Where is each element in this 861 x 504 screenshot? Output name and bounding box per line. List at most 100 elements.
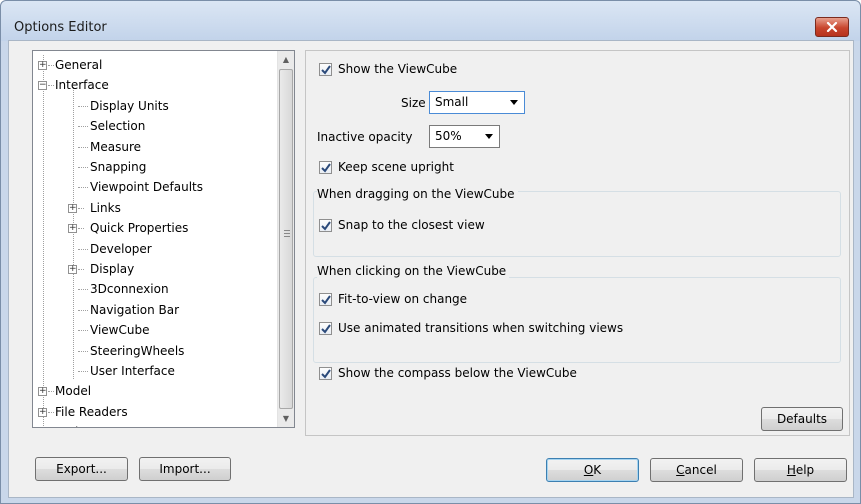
tree-item-label: Selection xyxy=(90,119,146,134)
tree-item-label: Links xyxy=(90,200,121,215)
expand-icon[interactable]: + xyxy=(38,407,47,417)
close-button[interactable] xyxy=(815,17,849,37)
tree-item-label: Interface xyxy=(55,78,109,93)
tree-item-interface[interactable]: − Interface xyxy=(33,75,273,95)
tree-connector xyxy=(78,309,88,311)
tree-item-developer[interactable]: Developer xyxy=(33,239,273,259)
expand-icon[interactable]: + xyxy=(68,224,77,234)
show-compass-label: Show the compass below the ViewCube xyxy=(338,366,577,380)
inactive-opacity-dropdown[interactable]: 50% xyxy=(429,125,500,148)
tree-item-tools[interactable]: +Tools xyxy=(33,422,273,427)
expand-icon[interactable]: + xyxy=(38,387,47,397)
tree-item-label: Quick Properties xyxy=(90,221,189,236)
collapse-icon[interactable]: − xyxy=(38,81,47,91)
window-title: Options Editor xyxy=(14,20,107,35)
import-button[interactable]: Import... xyxy=(139,457,231,481)
keep-upright-checkbox[interactable] xyxy=(319,161,332,174)
tree-item-label: 3Dconnexion xyxy=(90,282,169,297)
viewcube-options-panel: Show the ViewCube Size Small Inactive op… xyxy=(305,50,850,436)
show-compass-checkbox[interactable] xyxy=(319,367,332,380)
tree-item-label: File Readers xyxy=(55,404,128,419)
tree-connector xyxy=(78,248,88,250)
tree-item-label: Navigation Bar xyxy=(90,302,180,317)
tree-connector xyxy=(78,371,88,372)
cancel-label-rest: ancel xyxy=(684,463,717,477)
tree-item-label: User Interface xyxy=(90,364,175,378)
tree-connector xyxy=(78,207,84,209)
options-tree[interactable]: + General − Interface Display Units Selection… xyxy=(32,50,295,428)
tree-item-label: ViewCube xyxy=(90,323,150,338)
checkmark-icon xyxy=(320,294,331,305)
tree-item-label: Tools xyxy=(55,422,85,427)
animated-transitions-checkbox[interactable] xyxy=(319,322,332,335)
close-icon xyxy=(826,22,838,32)
tree-connector xyxy=(78,228,84,230)
tree-connector xyxy=(48,391,54,393)
tree-connector xyxy=(78,146,88,148)
help-button[interactable]: Help xyxy=(754,458,847,482)
tree-item-measure[interactable]: Measure xyxy=(33,137,273,157)
animated-transitions-label: Use animated transitions when switching … xyxy=(338,321,624,335)
tree-item-display-units[interactable]: Display Units xyxy=(33,96,273,116)
tree-item-general[interactable]: + General xyxy=(33,55,273,75)
help-mnemonic: H xyxy=(786,463,796,477)
cancel-button[interactable]: Cancel xyxy=(650,458,743,482)
tree-item-label: Display xyxy=(90,262,135,276)
snap-closest-view-checkbox[interactable] xyxy=(319,219,332,232)
tree-item-label: Model xyxy=(55,384,92,399)
scroll-thumb[interactable] xyxy=(279,69,293,409)
checkmark-icon xyxy=(320,162,331,173)
tree-item-label: Viewpoint Defaults xyxy=(90,180,203,195)
tree-item-3dconnexion[interactable]: 3Dconnexion xyxy=(33,279,273,299)
tree-item-label: Display Units xyxy=(90,98,169,113)
help-label-rest: elp xyxy=(795,463,815,477)
expand-icon[interactable]: + xyxy=(68,265,77,274)
fit-to-view-checkbox[interactable] xyxy=(319,293,332,306)
grip-line xyxy=(284,236,290,237)
tree-item-label: Developer xyxy=(90,241,152,256)
size-dropdown[interactable]: Small xyxy=(429,91,525,114)
tree-item-viewpoint-defaults[interactable]: Viewpoint Defaults xyxy=(33,177,273,197)
size-label: Size xyxy=(401,96,426,110)
clicking-group-title: When clicking on the ViewCube xyxy=(317,264,510,278)
grip-line xyxy=(284,230,290,231)
show-viewcube-label: Show the ViewCube xyxy=(338,62,458,76)
tree-connector xyxy=(78,105,88,107)
tree-item-user-interface[interactable]: User Interface xyxy=(33,361,273,381)
tree-item-steeringwheels[interactable]: SteeringWheels xyxy=(33,341,273,361)
tree-item-links[interactable]: + Links xyxy=(33,198,273,218)
checkmark-icon xyxy=(320,368,331,379)
tree-item-file-readers[interactable]: + File Readers xyxy=(33,402,273,422)
tree-item-snapping[interactable]: Snapping xyxy=(33,157,273,177)
defaults-button[interactable]: Defaults xyxy=(761,407,843,431)
ok-button[interactable]: OK xyxy=(546,458,639,482)
options-editor-window: Options Editor + General − Interface Display… xyxy=(0,0,861,504)
tree-connector xyxy=(78,167,88,168)
tree-item-selection[interactable]: Selection xyxy=(33,116,273,136)
chevron-down-icon xyxy=(485,134,493,139)
tree-scrollbar[interactable]: ▲ ▼ xyxy=(277,51,294,427)
tree-item-quick-properties[interactable]: + Quick Properties xyxy=(33,218,273,238)
show-viewcube-checkbox[interactable] xyxy=(319,63,332,76)
title-bar[interactable]: Options Editor xyxy=(1,1,860,41)
tree-connector xyxy=(78,126,88,128)
tree-item-label: Measure xyxy=(90,139,141,154)
expand-icon[interactable]: + xyxy=(68,203,77,213)
tree-item-model[interactable]: + Model xyxy=(33,381,273,401)
size-value: Small xyxy=(435,95,469,109)
tree-connector xyxy=(78,289,88,291)
tree-item-label: SteeringWheels xyxy=(90,343,185,358)
tree-item-display[interactable]: + Display xyxy=(33,259,273,279)
tree-item-viewcube[interactable]: ViewCube xyxy=(33,320,273,340)
checkmark-icon xyxy=(320,64,331,75)
tree-connector xyxy=(78,187,88,189)
export-button[interactable]: Export... xyxy=(35,457,128,481)
keep-upright-label: Keep scene upright xyxy=(338,160,454,174)
tree-item-navigation-bar[interactable]: Navigation Bar xyxy=(33,300,273,320)
expand-icon[interactable]: + xyxy=(38,61,47,70)
snap-closest-view-label: Snap to the closest view xyxy=(338,218,485,232)
tree-connector xyxy=(48,411,54,413)
tree-connector xyxy=(78,350,88,352)
scroll-up-arrow-icon[interactable]: ▲ xyxy=(278,51,294,68)
scroll-down-arrow-icon[interactable]: ▼ xyxy=(278,410,294,427)
